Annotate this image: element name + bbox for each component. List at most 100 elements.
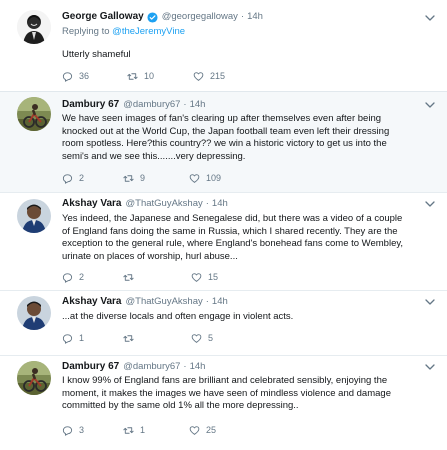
retweet-icon xyxy=(123,333,134,344)
tweet-thatguyakshay-2[interactable]: Akshay Vara @ThatGuyAkshay · 14h ...at t… xyxy=(0,291,447,356)
reply-button[interactable]: 36 xyxy=(62,71,127,82)
retweet-icon xyxy=(123,173,134,184)
retweet-count: 10 xyxy=(144,71,155,81)
retweet-button[interactable]: 1 xyxy=(123,425,189,436)
tweet-text: Utterly shameful xyxy=(62,49,131,60)
like-count: 25 xyxy=(206,425,217,435)
reply-icon xyxy=(62,425,73,436)
caret-down-icon[interactable] xyxy=(425,299,435,305)
avatar-georgegalloway[interactable] xyxy=(17,10,51,44)
avatar-photo-icon xyxy=(17,296,51,330)
like-count: 5 xyxy=(208,333,214,343)
tweet-actions: 1 5 xyxy=(62,331,213,345)
like-button[interactable]: 25 xyxy=(189,425,216,436)
user-handle[interactable]: @dambury67 xyxy=(123,99,180,111)
tweet-text-line: committed by the same old 1% all the mor… xyxy=(62,400,299,411)
tweet-dambury67-2[interactable]: Dambury 67 @dambury67 · 14h I know 99% o… xyxy=(0,356,447,450)
replying-to: Replying to @theJeremyVine xyxy=(62,26,433,38)
tweet-text-line: of England fans doing the same in Russia… xyxy=(62,225,398,237)
verified-badge-icon xyxy=(147,11,158,23)
reply-count: 2 xyxy=(79,272,85,282)
avatar-photo-icon xyxy=(17,199,51,233)
tweet-header: Dambury 67 @dambury67 · 14h xyxy=(62,356,433,373)
retweet-button[interactable]: 9 xyxy=(123,173,189,184)
caret-down-icon[interactable] xyxy=(425,201,435,207)
display-name[interactable]: Akshay Vara xyxy=(62,296,122,308)
caret-down-icon[interactable] xyxy=(425,364,435,370)
avatar-dambury67[interactable] xyxy=(17,97,51,131)
separator-dot: · xyxy=(183,361,187,372)
retweet-button[interactable]: 10 xyxy=(127,71,193,82)
reply-count: 1 xyxy=(79,333,85,343)
tweet-text-line: moment, it makes the images we have seen… xyxy=(62,387,391,399)
replying-to-link[interactable]: @theJeremyVine xyxy=(112,26,185,37)
display-name[interactable]: Akshay Vara xyxy=(62,198,122,210)
retweet-button[interactable] xyxy=(123,333,191,344)
like-count: 109 xyxy=(206,173,222,183)
like-button[interactable]: 15 xyxy=(191,272,218,283)
tweet-text-line: I know 99% of England fans are brilliant… xyxy=(62,375,388,386)
tweet-text: I know 99% of England fans are brilliant… xyxy=(62,375,433,413)
like-count: 15 xyxy=(208,272,219,282)
tweet-timestamp[interactable]: 14h xyxy=(247,11,263,23)
tweet-dambury67[interactable]: Dambury 67 @dambury67 · 14h We have seen… xyxy=(0,92,447,193)
tweet-text-line: room spotless. Here?this country?? we wi… xyxy=(62,138,387,149)
like-icon xyxy=(189,425,200,436)
avatar-thatguyakshay[interactable] xyxy=(17,296,51,330)
like-button[interactable]: 5 xyxy=(191,333,213,344)
retweet-icon xyxy=(127,71,138,82)
avatar-dambury67[interactable] xyxy=(17,361,51,395)
like-icon xyxy=(193,71,204,82)
reply-button[interactable]: 3 xyxy=(62,425,123,436)
user-handle[interactable]: @ThatGuyAkshay xyxy=(126,198,203,210)
tweet-text-line: We have seen images of fan's clearing up… xyxy=(62,113,382,124)
avatar-portrait-icon xyxy=(17,10,51,44)
like-button[interactable]: 109 xyxy=(189,173,221,184)
tweet-text-line: exception to the general rule, where Eng… xyxy=(62,238,404,249)
like-icon xyxy=(191,333,202,344)
retweet-icon xyxy=(123,272,134,283)
reply-button[interactable]: 2 xyxy=(62,272,123,283)
display-name[interactable]: George Galloway xyxy=(62,11,144,23)
retweet-icon xyxy=(123,425,134,436)
avatar-photo-icon xyxy=(17,97,51,131)
user-handle[interactable]: @dambury67 xyxy=(123,361,180,373)
replying-to-label: Replying to xyxy=(62,26,110,37)
tweet-timestamp[interactable]: 14h xyxy=(212,296,228,308)
tweet-actions: 3 1 25 xyxy=(62,423,216,437)
tweet-thatguyakshay[interactable]: Akshay Vara @ThatGuyAkshay · 14h Yes ind… xyxy=(0,193,447,291)
retweet-count: 1 xyxy=(140,425,146,435)
tweet-header: Dambury 67 @dambury67 · 14h xyxy=(62,92,433,111)
avatar-thatguyakshay[interactable] xyxy=(17,199,51,233)
separator-dot: · xyxy=(205,198,209,209)
like-count: 215 xyxy=(210,71,226,81)
reply-count: 3 xyxy=(79,425,85,435)
tweet-header: Akshay Vara @ThatGuyAkshay · 14h xyxy=(62,193,433,210)
display-name[interactable]: Dambury 67 xyxy=(62,99,119,111)
separator-dot: · xyxy=(240,11,245,22)
display-name[interactable]: Dambury 67 xyxy=(62,361,119,373)
user-handle[interactable]: @ThatGuyAkshay xyxy=(126,296,203,308)
tweet-timestamp[interactable]: 14h xyxy=(190,361,206,373)
like-icon xyxy=(189,173,200,184)
tweet-timestamp[interactable]: 14h xyxy=(190,99,206,111)
tweet-georgegalloway[interactable]: George Galloway @georgegalloway · 14h Re… xyxy=(0,0,447,92)
tweet-timestamp[interactable]: 14h xyxy=(212,198,228,210)
caret-down-icon[interactable] xyxy=(425,102,435,108)
reply-icon xyxy=(62,272,73,283)
retweet-button[interactable] xyxy=(123,272,191,283)
reply-button[interactable]: 2 xyxy=(62,173,123,184)
tweet-text-line: Yes indeed, the Japanese and Senegalese … xyxy=(62,213,403,224)
reply-button[interactable]: 1 xyxy=(62,333,123,344)
user-handle[interactable]: @georgegalloway xyxy=(162,11,238,23)
tweet-text-line: knocked out at the World Cup, the Japan … xyxy=(62,125,390,137)
reply-count: 2 xyxy=(79,173,85,183)
tweet-header: Akshay Vara @ThatGuyAkshay · 14h xyxy=(62,291,433,308)
caret-down-icon[interactable] xyxy=(425,15,435,21)
like-button[interactable]: 215 xyxy=(193,71,225,82)
tweet-actions: 2 15 xyxy=(62,270,218,284)
retweet-count: 9 xyxy=(140,173,146,183)
reply-icon xyxy=(62,173,73,184)
tweet-text-line: ...at the diverse locals and often engag… xyxy=(62,311,294,322)
tweet-text-line: urinate on places of worship, hurl abuse… xyxy=(62,250,238,262)
